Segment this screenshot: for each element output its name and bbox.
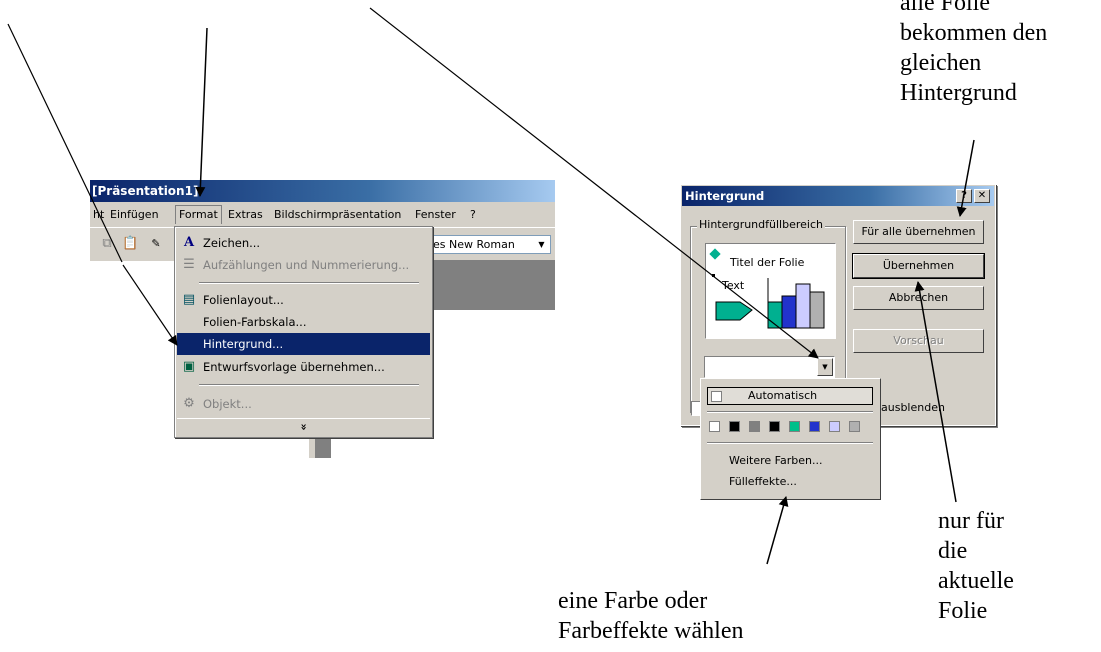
format-menu: A Zeichen... ☰ Aufzählungen und Nummerie… <box>174 226 433 438</box>
hide-graphics-label: ausblenden <box>881 401 945 414</box>
note-choose-color: eine Farbe oder Farbeffekte wählen <box>558 588 744 644</box>
menu-item-zeichen[interactable]: A Zeichen... <box>177 232 430 254</box>
dialog-title: Hintergrund <box>685 189 765 203</box>
color-swatch[interactable] <box>849 421 860 432</box>
automatic-color-button[interactable]: Automatisch <box>707 387 873 405</box>
automatic-label: Automatisch <box>748 389 818 402</box>
fill-effects-item[interactable]: Fülleffekte... <box>729 475 797 488</box>
slide-preview: Titel der Folie Text <box>705 243 836 339</box>
chevron-down-icon[interactable]: ▼ <box>817 358 833 376</box>
menu-ansicht[interactable]: ht <box>90 202 107 227</box>
more-colors-item[interactable]: Weitere Farben... <box>729 454 822 467</box>
menu-separator <box>199 384 419 386</box>
menu-format[interactable]: Format <box>175 205 222 224</box>
object-icon: ⚙ <box>183 396 195 411</box>
menu-bildschirmpraesentation[interactable]: Bildschirmpräsentation <box>271 202 404 227</box>
preview-title-text: Titel der Folie <box>730 256 805 269</box>
chevron-down-icon[interactable]: ▼ <box>533 236 550 253</box>
paste-icon[interactable]: 📋 <box>122 236 138 252</box>
window-title: [Präsentation1] <box>92 184 199 198</box>
title-bar: [Präsentation1] <box>90 180 555 202</box>
popup-separator <box>707 411 873 413</box>
menu-separator <box>199 282 419 284</box>
scrollbar[interactable] <box>309 437 331 458</box>
menu-item-folienlayout[interactable]: ▤ Folienlayout... <box>177 289 430 311</box>
font-name-combo[interactable]: es New Roman ▼ <box>428 235 551 254</box>
menu-extras[interactable]: Extras <box>225 202 266 227</box>
automatic-swatch-icon <box>711 391 722 402</box>
bullet-list-icon: ☰ <box>183 257 195 272</box>
preview-button[interactable]: Vorschau <box>853 329 984 353</box>
help-icon[interactable]: ? <box>956 189 972 203</box>
format-painter-icon[interactable]: ✎ <box>148 236 164 252</box>
menu-item-farbskala[interactable]: Folien-Farbskala... <box>177 311 430 333</box>
menu-help[interactable]: ? <box>467 202 479 227</box>
fill-color-select[interactable]: ▼ <box>704 356 835 378</box>
preview-body-text: Text <box>722 279 745 292</box>
arrow-line <box>195 27 208 197</box>
close-icon[interactable]: ✕ <box>974 189 990 203</box>
color-popup: Automatisch Weitere Farben... Fülleffekt… <box>700 378 881 500</box>
copy-icon[interactable]: ⧉ <box>99 236 115 252</box>
arrow-line <box>122 264 178 346</box>
note-all-slides: alle Folie bekommen den gleichen Hinterg… <box>900 0 1048 106</box>
color-swatch[interactable] <box>729 421 740 432</box>
apply-all-button[interactable]: Für alle übernehmen <box>853 220 984 244</box>
menu-item-label: Hintergrund... <box>203 337 284 351</box>
slide-layout-icon: ▤ <box>182 292 196 307</box>
color-swatch[interactable] <box>749 421 760 432</box>
note-current-slide: nur für die aktuelle Folie <box>938 508 1014 624</box>
menu-item-label: Entwurfsvorlage übernehmen... <box>203 360 385 374</box>
menu-item-objekt[interactable]: ⚙ Objekt... <box>177 393 430 415</box>
cancel-button[interactable]: Abbrechen <box>853 286 984 310</box>
fill-group-label: Hintergrundfüllbereich <box>697 218 825 231</box>
color-swatch[interactable] <box>829 421 840 432</box>
menu-item-label: Folienlayout... <box>203 293 284 307</box>
menu-item-label: Zeichen... <box>203 236 261 250</box>
color-swatch[interactable] <box>709 421 720 432</box>
color-swatch[interactable] <box>789 421 800 432</box>
menu-item-hintergrund[interactable]: Hintergrund... <box>177 333 430 355</box>
menu-item-label: Aufzählungen und Nummerierung... <box>203 258 410 272</box>
menu-item-entwurfsvorlage[interactable]: ▣ Entwurfsvorlage übernehmen... <box>177 356 430 378</box>
expand-menu-chevron-icon[interactable]: » <box>177 418 430 435</box>
menu-item-label: Objekt... <box>203 397 252 411</box>
color-swatch[interactable] <box>769 421 780 432</box>
font-name-value: es New Roman <box>433 238 515 251</box>
arrow-line <box>766 496 789 565</box>
menu-fenster[interactable]: Fenster <box>412 202 459 227</box>
menu-einfuegen[interactable]: Einfügen <box>107 202 162 227</box>
font-icon: A <box>183 235 195 250</box>
menu-item-aufzaehlungen[interactable]: ☰ Aufzählungen und Nummerierung... <box>177 254 430 276</box>
expand-menu-label: » <box>297 423 311 431</box>
menu-bar: ht Einfügen Format Extras Bildschirmpräs… <box>90 202 555 227</box>
menu-item-label: Folien-Farbskala... <box>203 315 307 329</box>
workspace-area <box>430 260 555 310</box>
design-template-icon: ▣ <box>182 359 196 374</box>
color-swatch[interactable] <box>809 421 820 432</box>
popup-separator <box>707 442 873 444</box>
dialog-title-bar: Hintergrund ? ✕ <box>682 186 994 206</box>
apply-button[interactable]: Übernehmen <box>852 253 985 279</box>
